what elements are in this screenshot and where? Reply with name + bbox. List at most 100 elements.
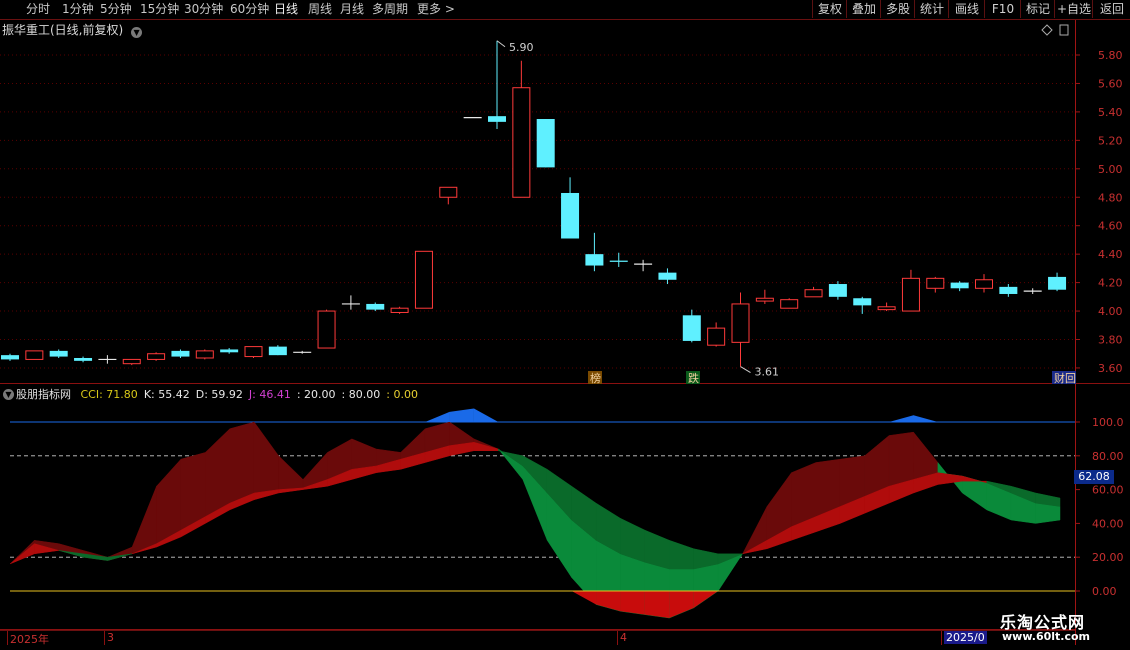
j-k-band — [888, 431, 914, 487]
j-k-band — [156, 458, 182, 545]
candle-body — [195, 350, 214, 359]
overbought-area — [889, 415, 914, 422]
high-marker-line — [496, 40, 506, 48]
candle-body — [171, 350, 190, 357]
candle-body — [658, 272, 677, 280]
date-tick — [7, 631, 8, 645]
indicator-tick-label: 60.00 — [1092, 484, 1124, 497]
price-tick-label: 5.60 — [1098, 77, 1123, 90]
candle-body — [49, 350, 68, 357]
j-k-band — [791, 462, 817, 528]
j-k-band — [229, 421, 255, 504]
date-label-1: 3 — [107, 631, 114, 644]
k-d-band — [9, 543, 35, 565]
overbought-area — [425, 411, 450, 422]
price-tick-label: 4.60 — [1098, 220, 1123, 233]
below-zero-area — [644, 591, 670, 619]
candle-body — [950, 282, 969, 289]
date-label-3: 2025/0 — [944, 631, 987, 644]
date-axis: 2025年 3 4 2025/0 — [0, 630, 1075, 646]
candle-body — [220, 349, 239, 353]
below-zero-area — [571, 591, 597, 605]
price-tick-label: 4.80 — [1098, 191, 1123, 204]
date-label-0: 2025年 — [10, 633, 49, 646]
indicator-tick-label: 20.00 — [1092, 551, 1124, 564]
indicator-name: 股朋指标网 — [16, 388, 71, 401]
indicator-value-3: J: 46.41 — [248, 388, 291, 401]
candle-body — [585, 254, 604, 266]
indicator-menu-icon[interactable]: ▼ — [3, 389, 14, 400]
candle-body — [804, 289, 823, 298]
indicator-tick-label: 0.00 — [1092, 585, 1117, 598]
price-tick-label: 4.00 — [1098, 305, 1123, 318]
watermark-url: www.60lt.com — [1002, 630, 1091, 643]
candle-body — [536, 119, 555, 168]
candle-body — [439, 186, 458, 198]
indicator-tick-label: 40.00 — [1092, 517, 1124, 530]
event-marker-label: 财回 — [1054, 371, 1076, 385]
indicator-value-4: : 20.00 — [296, 388, 336, 401]
below-zero-area — [620, 591, 645, 615]
indicator-value-1: K: 55.42 — [143, 388, 190, 401]
j-k-band — [131, 486, 157, 555]
candle-body — [828, 284, 847, 297]
candle-body — [512, 87, 531, 198]
k-d-band — [669, 539, 694, 570]
candle-body — [561, 192, 580, 239]
j-k-band — [205, 428, 231, 518]
candle-body — [390, 307, 409, 313]
price-tick-label: 4.40 — [1098, 248, 1123, 261]
price-tick-label: 4.20 — [1098, 277, 1123, 290]
panel-icon — [1059, 24, 1069, 36]
date-tick — [617, 631, 618, 645]
candle-body — [488, 116, 506, 122]
candle-body — [926, 277, 945, 289]
j-k-band — [864, 434, 890, 497]
overbought-area — [913, 415, 938, 422]
indicator-value-5: : 80.00 — [341, 388, 381, 401]
candle-body — [268, 346, 287, 356]
candle-body — [74, 357, 93, 361]
candle-body — [366, 303, 385, 310]
j-k-band — [278, 455, 304, 490]
j-k-band — [449, 421, 475, 446]
date-tick — [941, 631, 942, 645]
indicator-value-2: D: 59.92 — [195, 388, 243, 401]
event-marker-label: 榜 — [590, 371, 601, 385]
candle-body — [682, 315, 701, 341]
indicator-title: 股朋指标网 CCI: 71.80 K: 55.42 D: 59.92 J: 46.41… — [16, 386, 424, 402]
price-tick-label: 5.20 — [1098, 134, 1123, 147]
candle-body — [317, 310, 336, 349]
diamond-icon — [1041, 24, 1053, 36]
below-zero-area — [669, 591, 694, 619]
candle-body — [244, 346, 263, 358]
candle-body — [1048, 276, 1067, 290]
low-marker-line — [740, 366, 751, 373]
overbought-area — [449, 408, 474, 422]
candle-body — [999, 286, 1018, 294]
event-marker-label: 跌 — [688, 371, 699, 385]
candle-body — [147, 353, 166, 360]
chart-canvas: 5.80 5.60 5.40 5.20 5.00 4.80 4.60 4.40 4.20 4.00… — [0, 19, 1130, 645]
indicator-value-0: CCI: 71.80 — [80, 388, 138, 401]
current-value-badge: 62.08 — [1074, 470, 1114, 484]
price-tick-label: 5.00 — [1098, 163, 1123, 176]
candle-body — [122, 358, 141, 365]
candle-body — [1, 355, 19, 360]
candle-body — [780, 299, 799, 309]
k-d-band — [644, 529, 670, 570]
indicator-tick-label: 100.0 — [1092, 416, 1124, 429]
candle-body — [853, 298, 872, 306]
j-k-band — [351, 438, 377, 470]
overbought-area — [473, 408, 499, 422]
candle-body — [731, 303, 750, 343]
below-zero-area — [596, 591, 621, 612]
candle-body — [414, 250, 433, 309]
j-k-band — [253, 421, 279, 494]
date-tick — [104, 631, 105, 645]
price-tick-label: 5.80 — [1098, 49, 1123, 62]
k-d-band — [473, 441, 499, 451]
low-price-label: 3.61 — [755, 366, 780, 379]
candle-body — [877, 306, 896, 311]
price-tick-label: 3.80 — [1098, 334, 1123, 347]
